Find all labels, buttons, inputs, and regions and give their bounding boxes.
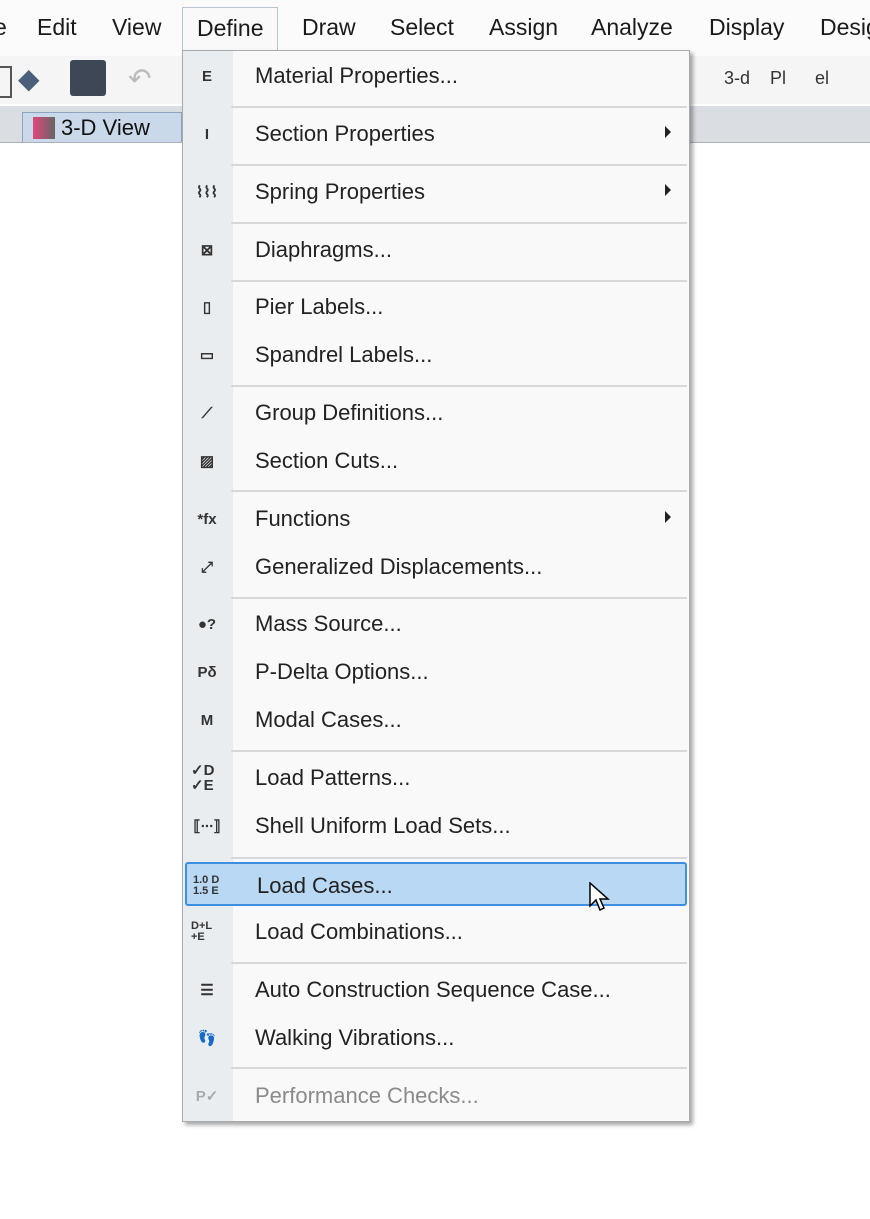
menu-separator <box>231 857 687 859</box>
menu-analyze[interactable]: Analyze <box>591 14 673 41</box>
submenu-arrow-icon <box>665 511 671 523</box>
menu-view[interactable]: View <box>112 14 161 41</box>
load-cases-icon: 1.0 D 1.5 E <box>193 874 220 897</box>
menu-item-auto-construction-sequence-case[interactable]: ☰ Auto Construction Sequence Case... <box>185 968 687 1012</box>
load-patterns-icon: ✓D ✓E <box>191 762 215 794</box>
menu-separator <box>231 962 687 964</box>
submenu-arrow-icon <box>665 184 671 196</box>
menu-item-label: Generalized Displacements... <box>255 554 543 579</box>
menu-item-label: P-Delta Options... <box>255 659 429 684</box>
submenu-arrow-icon <box>665 126 671 138</box>
construction-icon: ☰ <box>200 981 214 999</box>
load-combinations-icon: D+L +E <box>191 920 212 943</box>
functions-icon: *fx <box>197 510 217 528</box>
menu-edit[interactable]: Edit <box>37 14 77 41</box>
menu-separator <box>231 106 687 108</box>
menu-item-performance-checks: P✓ Performance Checks... <box>185 1074 687 1118</box>
menu-draw[interactable]: Draw <box>302 14 356 41</box>
menu-file[interactable]: e <box>0 14 7 41</box>
diaphragm-icon: ⊠ <box>200 241 214 259</box>
menu-item-label: Group Definitions... <box>255 400 444 425</box>
modal-icon: M <box>200 711 214 729</box>
performance-icon: P✓ <box>195 1087 219 1105</box>
menu-item-label: Spring Properties <box>255 179 425 204</box>
menu-item-label: Pier Labels... <box>255 294 384 319</box>
menu-select[interactable]: Select <box>390 14 454 41</box>
menu-item-spandrel-labels[interactable]: ▭ Spandrel Labels... <box>185 333 687 377</box>
menu-item-label: Mass Source... <box>255 611 402 636</box>
menu-item-label: Performance Checks... <box>255 1083 479 1108</box>
menu-separator <box>231 597 687 599</box>
menu-item-label: Section Cuts... <box>255 448 399 473</box>
menu-separator <box>231 385 687 387</box>
menu-define[interactable]: Define <box>182 7 279 55</box>
menu-item-generalized-displacements[interactable]: ⤢ Generalized Displacements... <box>185 545 687 589</box>
open-icon[interactable]: ◆ <box>18 62 40 95</box>
menu-item-label: Section Properties <box>255 121 435 146</box>
menu-item-functions[interactable]: *fx Functions <box>185 497 687 541</box>
section-cut-icon: ▨ <box>199 452 215 470</box>
menu-item-label: Auto Construction Sequence Case... <box>255 977 611 1002</box>
define-menu: E Material Properties... I Section Properti… <box>182 50 690 1122</box>
menu-item-label: Load Cases... <box>257 873 393 898</box>
menu-item-section-cuts[interactable]: ▨ Section Cuts... <box>185 439 687 483</box>
menu-separator <box>231 164 687 166</box>
spring-icon: ⌇⌇⌇ <box>196 183 218 201</box>
menu-item-section-properties[interactable]: I Section Properties <box>185 112 687 156</box>
menu-separator <box>231 280 687 282</box>
group-icon: ⟋ <box>201 404 213 422</box>
pdelta-icon: Pδ <box>197 663 217 681</box>
menu-item-label: Load Combinations... <box>255 919 463 944</box>
menu-item-pier-labels[interactable]: ▯ Pier Labels... <box>185 285 687 329</box>
menu-item-label: Walking Vibrations... <box>255 1025 455 1050</box>
new-icon[interactable] <box>0 66 12 98</box>
section-icon: I <box>204 125 210 143</box>
mouse-cursor-icon <box>589 882 610 912</box>
menu-item-label: Functions <box>255 506 351 531</box>
tab-3d-view[interactable]: 3-D View <box>22 112 182 142</box>
menu-assign[interactable]: Assign <box>489 14 558 41</box>
displacement-icon: ⤢ <box>200 558 213 576</box>
menu-separator <box>231 222 687 224</box>
pier-icon: ▯ <box>202 298 212 316</box>
menu-item-label: Load Patterns... <box>255 765 411 790</box>
mass-icon: ●? <box>197 615 217 633</box>
menu-item-diaphragms[interactable]: ⊠ Diaphragms... <box>185 228 687 272</box>
menu-item-label: Spandrel Labels... <box>255 342 433 367</box>
menu-separator <box>231 750 687 752</box>
material-icon: E <box>201 67 212 85</box>
menu-item-label: Material Properties... <box>255 63 458 88</box>
menu-item-p-delta-options[interactable]: Pδ P-Delta Options... <box>185 650 687 694</box>
menu-item-label: Shell Uniform Load Sets... <box>255 813 511 838</box>
menu-design[interactable]: Desig <box>820 14 870 41</box>
menu-separator <box>231 1067 687 1069</box>
menu-item-group-definitions[interactable]: ⟋ Group Definitions... <box>185 391 687 435</box>
menu-item-modal-cases[interactable]: M Modal Cases... <box>185 698 687 742</box>
save-icon[interactable] <box>70 60 106 96</box>
tab-label: 3-D View <box>61 114 150 140</box>
menu-display[interactable]: Display <box>709 14 784 41</box>
menu-separator <box>231 490 687 492</box>
menu-item-spring-properties[interactable]: ⌇⌇⌇ Spring Properties <box>185 170 687 214</box>
menu-item-walking-vibrations[interactable]: 👣 Walking Vibrations... <box>185 1016 687 1060</box>
menu-item-load-combinations[interactable]: D+L +E Load Combinations... <box>185 910 687 954</box>
menu-item-label: Diaphragms... <box>255 237 392 262</box>
spandrel-icon: ▭ <box>199 346 215 364</box>
menu-item-load-patterns[interactable]: ✓D ✓E Load Patterns... <box>185 756 687 800</box>
menu-item-shell-uniform-load-sets[interactable]: ⟦∙∙∙⟧ Shell Uniform Load Sets... <box>185 804 687 848</box>
elevation-view-button[interactable]: el <box>815 68 829 89</box>
undo-icon[interactable]: ↶ <box>128 62 151 95</box>
menu-item-material-properties[interactable]: E Material Properties... <box>185 54 687 98</box>
3d-view-icon <box>33 116 55 139</box>
footsteps-icon: 👣 <box>197 1029 217 1047</box>
menu-item-label: Modal Cases... <box>255 707 402 732</box>
shell-load-icon: ⟦∙∙∙⟧ <box>193 817 221 835</box>
3d-view-button[interactable]: 3-d <box>724 68 750 89</box>
menu-item-mass-source[interactable]: ●? Mass Source... <box>185 602 687 646</box>
plan-view-button[interactable]: Pl <box>770 68 786 89</box>
